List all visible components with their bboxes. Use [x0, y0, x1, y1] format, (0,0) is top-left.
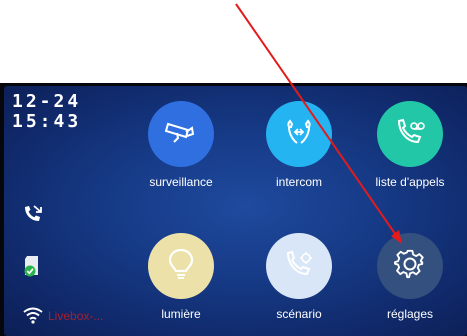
sd-card-status-icon — [22, 254, 42, 278]
app-label: lumière — [161, 307, 201, 321]
app-label: scénario — [276, 307, 322, 321]
cctv-camera-icon — [164, 118, 198, 151]
app-scenario[interactable]: scénario — [244, 233, 354, 321]
app-intercom[interactable]: intercom — [244, 101, 354, 189]
intercom-phone-icon — [283, 116, 315, 153]
app-label: liste d'appels — [375, 175, 445, 189]
app-label: intercom — [275, 175, 322, 189]
app-label: réglages — [386, 307, 434, 321]
app-call-log[interactable]: liste d'appels — [355, 101, 465, 189]
date-label: 12-24 — [12, 91, 82, 112]
app-settings[interactable]: réglages — [355, 233, 465, 321]
gear-icon — [394, 248, 426, 285]
app-surveillance[interactable]: surveillance — [126, 101, 236, 189]
app-scenario-tile[interactable] — [266, 233, 332, 299]
app-light[interactable]: lumière — [126, 233, 236, 321]
app-intercom-tile[interactable] — [266, 101, 332, 167]
app-light-tile[interactable] — [148, 233, 214, 299]
app-settings-tile[interactable] — [377, 233, 443, 299]
clock: 12-24 15:43 — [12, 92, 81, 132]
scenario-phone-icon — [283, 249, 315, 284]
intercom-device: 12-24 15:43 Livebox-... surveillance int… — [0, 83, 467, 336]
wifi-icon — [22, 306, 44, 324]
time-label: 15:43 — [12, 111, 82, 132]
app-label: surveillance — [149, 175, 213, 189]
status-sidebar: 12-24 15:43 Livebox-... — [4, 86, 124, 336]
app-call-log-tile[interactable] — [377, 101, 443, 167]
light-bulb-icon — [167, 247, 195, 286]
call-log-icon — [394, 117, 426, 152]
missed-call-icon — [22, 204, 44, 224]
app-surveillance-tile[interactable] — [148, 101, 214, 167]
wifi-network-name: Livebox-... — [48, 309, 104, 323]
